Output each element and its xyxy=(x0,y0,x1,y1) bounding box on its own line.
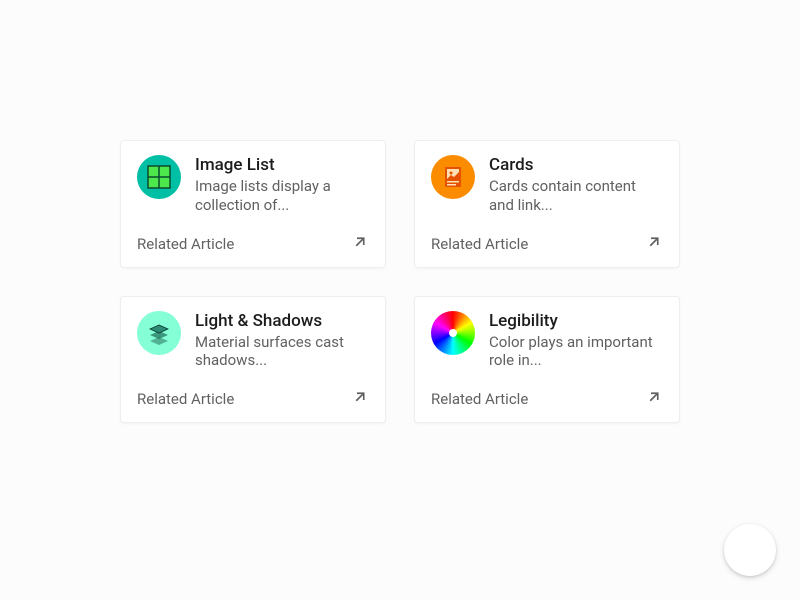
related-article-label: Related Article xyxy=(137,235,234,253)
card-body: Cards Cards contain content and link... xyxy=(489,155,663,215)
card-description: Color plays an important role in... xyxy=(489,333,663,371)
card-body: Legibility Color plays an important role… xyxy=(489,311,663,371)
related-article-label: Related Article xyxy=(137,390,234,408)
card-header: Legibility Color plays an important role… xyxy=(431,311,663,371)
card-title: Light & Shadows xyxy=(195,311,369,331)
layers-icon xyxy=(137,311,181,355)
grid-icon xyxy=(137,155,181,199)
related-article-label: Related Article xyxy=(431,235,528,253)
card-header: Image List Image lists display a collect… xyxy=(137,155,369,215)
card-footer[interactable]: Related Article xyxy=(137,229,369,255)
card-description: Cards contain content and link... xyxy=(489,177,663,215)
card-legibility[interactable]: Legibility Color plays an important role… xyxy=(414,296,680,424)
card-photo-icon xyxy=(431,155,475,199)
card-body: Image List Image lists display a collect… xyxy=(195,155,369,215)
card-description: Image lists display a collection of... xyxy=(195,177,369,215)
arrow-outward-icon xyxy=(351,233,369,255)
arrow-outward-icon xyxy=(645,388,663,410)
card-title: Cards xyxy=(489,155,663,175)
card-footer[interactable]: Related Article xyxy=(431,384,663,410)
floating-action-button[interactable] xyxy=(724,524,776,576)
card-header: Cards Cards contain content and link... xyxy=(431,155,663,215)
card-light-shadows[interactable]: Light & Shadows Material surfaces cast s… xyxy=(120,296,386,424)
card-footer[interactable]: Related Article xyxy=(137,384,369,410)
related-article-label: Related Article xyxy=(431,390,528,408)
color-wheel-icon xyxy=(431,311,475,355)
card-cards[interactable]: Cards Cards contain content and link... … xyxy=(414,140,680,268)
arrow-outward-icon xyxy=(351,388,369,410)
card-title: Image List xyxy=(195,155,369,175)
card-footer[interactable]: Related Article xyxy=(431,229,663,255)
card-image-list[interactable]: Image List Image lists display a collect… xyxy=(120,140,386,268)
card-description: Material surfaces cast shadows... xyxy=(195,333,369,371)
card-title: Legibility xyxy=(489,311,663,331)
arrow-outward-icon xyxy=(645,233,663,255)
card-body: Light & Shadows Material surfaces cast s… xyxy=(195,311,369,371)
card-header: Light & Shadows Material surfaces cast s… xyxy=(137,311,369,371)
